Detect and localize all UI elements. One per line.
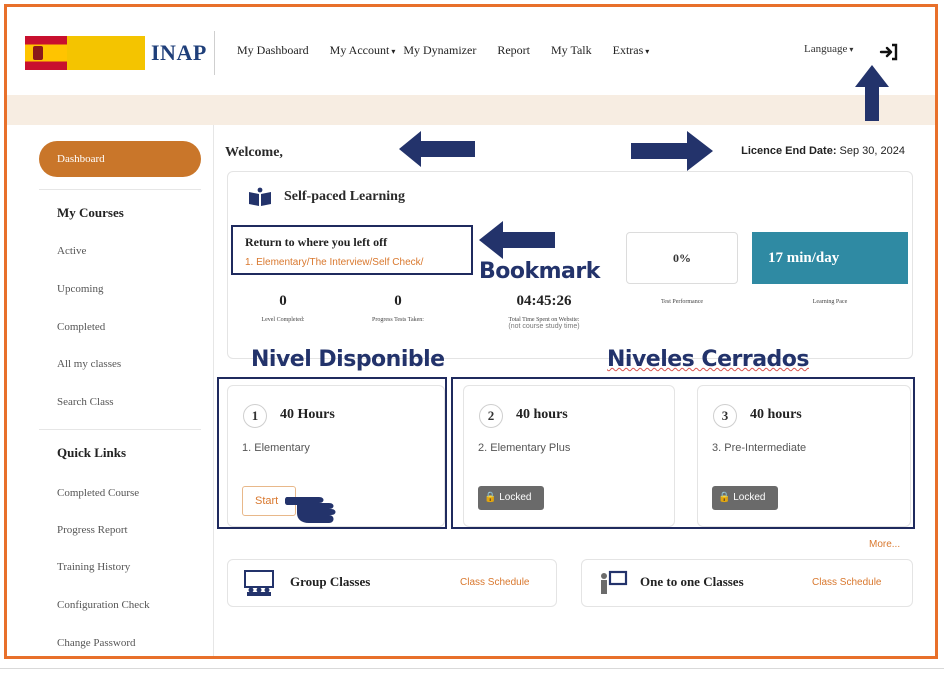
stat-level-completed: 0 Level Completed: <box>242 293 324 323</box>
top-header: INAP My Dashboard My Account My Dynamize… <box>7 7 935 95</box>
arrow-left-icon <box>399 131 475 167</box>
sidebar: Dashboard My Courses Active Upcoming Com… <box>23 125 213 656</box>
one-to-one-classes-title: One to one Classes <box>640 574 744 589</box>
stat-value: 0 <box>279 293 287 309</box>
main-nav: My Dashboard My Account My Dynamizer Rep… <box>237 43 670 58</box>
ministry-logo <box>67 36 145 70</box>
sidebar-item-completed[interactable]: Completed <box>57 321 105 333</box>
more-link[interactable]: More... <box>869 539 900 550</box>
licence-label: Licence End Date: <box>741 145 837 157</box>
sidebar-item-configuration-check[interactable]: Configuration Check <box>57 599 150 611</box>
sidebar-item-upcoming[interactable]: Upcoming <box>57 283 103 295</box>
open-book-icon <box>249 187 271 206</box>
sidebar-item-search-class[interactable]: Search Class <box>57 396 114 408</box>
arrow-up-icon <box>855 65 889 121</box>
stat-total-time: 04:45:26 Total Time Spent on Website: (n… <box>484 293 604 330</box>
sidebar-dashboard-button[interactable]: Dashboard <box>39 141 201 177</box>
group-classes-title: Group Classes <box>290 574 371 589</box>
sidebar-item-active[interactable]: Active <box>57 245 86 257</box>
annotation-niveles-cerrados: Niveles Cerrados <box>607 347 810 372</box>
language-selector[interactable]: Language <box>804 43 853 55</box>
stat-label: Progress Tests Taken: <box>372 317 424 323</box>
nav-my-dynamizer[interactable]: My Dynamizer <box>403 43 476 58</box>
learning-pace-label: Learning Pace <box>812 299 848 305</box>
spain-flag-icon <box>25 36 67 70</box>
nav-my-dashboard[interactable]: My Dashboard <box>237 43 309 58</box>
header-band <box>7 95 935 125</box>
logout-icon[interactable] <box>879 43 899 61</box>
welcome-text: Welcome, <box>225 145 283 160</box>
one-to-one-classes-icon <box>601 570 628 594</box>
sidebar-item-completed-course[interactable]: Completed Course <box>57 487 139 499</box>
inap-logo[interactable]: INAP <box>25 33 209 73</box>
header-divider <box>214 31 215 75</box>
return-where-left-off-title: Return to where you left off <box>245 235 388 249</box>
sidebar-divider <box>39 189 201 190</box>
nav-extras[interactable]: Extras <box>613 43 650 58</box>
annotation-bookmark: Bookmark <box>479 259 600 284</box>
stat-value: 0 <box>394 293 402 309</box>
stat-label: Level Completed: <box>261 317 305 323</box>
sidebar-my-courses-heading: My Courses <box>57 205 124 220</box>
nav-my-account[interactable]: My Account <box>330 43 396 58</box>
closed-levels-highlight-box <box>451 377 915 529</box>
stat-progress-tests: 0 Progress Tests Taken: <box>352 293 444 323</box>
bookmark-highlight-box: Return to where you left off 1. Elementa… <box>231 225 473 275</box>
sidebar-item-progress-report[interactable]: Progress Report <box>57 524 128 536</box>
sidebar-item-change-password[interactable]: Change Password <box>57 637 136 649</box>
licence-date: Sep 30, 2024 <box>839 145 905 157</box>
sidebar-quick-links-heading: Quick Links <box>57 445 127 460</box>
pointing-hand-icon <box>285 497 336 523</box>
self-paced-learning-title: Self-paced Learning <box>284 189 405 204</box>
nav-my-talk[interactable]: My Talk <box>551 43 592 58</box>
licence-end-date: Licence End Date: Sep 30, 2024 <box>741 145 905 157</box>
screenshot-frame: INAP My Dashboard My Account My Dynamize… <box>4 4 938 659</box>
sidebar-border <box>213 125 214 656</box>
arrow-left-icon <box>479 221 555 259</box>
group-classes-card: Group Classes Class Schedule <box>227 559 557 607</box>
group-class-schedule-link[interactable]: Class Schedule <box>460 577 529 588</box>
learning-pace-value: 17 min/day <box>752 232 908 284</box>
sidebar-divider <box>39 429 201 430</box>
annotation-nivel-disponible: Nivel Disponible <box>251 347 445 372</box>
test-performance-label: Test Performance <box>660 299 704 305</box>
page-bottom-line <box>0 668 944 669</box>
group-classes-icon <box>244 570 274 596</box>
stat-sublabel: (not course study time) <box>508 323 580 330</box>
nav-report[interactable]: Report <box>497 43 530 58</box>
arrow-right-icon <box>631 131 713 171</box>
one-to-one-class-schedule-link[interactable]: Class Schedule <box>812 577 881 588</box>
test-performance-value: 0% <box>626 232 738 284</box>
bookmark-link[interactable]: 1. Elementary/The Interview/Self Check/ <box>245 257 423 268</box>
stat-value: 04:45:26 <box>516 293 572 309</box>
one-to-one-classes-card: One to one Classes Class Schedule <box>581 559 913 607</box>
inap-logo-text: INAP <box>151 40 207 65</box>
sidebar-item-training-history[interactable]: Training History <box>57 561 130 573</box>
sidebar-item-all-classes[interactable]: All my classes <box>57 358 121 370</box>
